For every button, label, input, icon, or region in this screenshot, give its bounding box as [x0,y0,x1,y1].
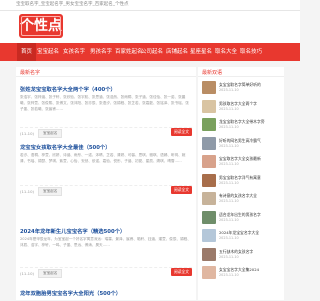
read-more-button[interactable]: 阅读全文 [170,186,192,194]
sidebar-item[interactable]: 宝宝取名字大全女孩最新 2023-11-10 [202,155,280,169]
article-item: 张姓龙宝宝取名字大全两个字（400个） 张浩宇、张梓涵、张子轩、张欣怡、张宇航、… [20,85,192,141]
sidebar-item-date: 2023-11-10 [219,273,239,277]
nav-constellation-names[interactable]: 星座星名 [190,43,212,61]
main-content: 最新名字 张姓龙宝宝取名字大全两个字（400个） 张浩宇、张梓涵、张子轩、张欣怡… [16,67,196,300]
sidebar-item-date: 2023-11-10 [219,143,239,148]
sidebar-item-thumbnail[interactable] [202,266,216,279]
article-date: (11-10) [20,271,34,276]
sidebar-item-date: 2023-11-10 [219,88,239,92]
article-tag[interactable]: 宝宝起名 [38,269,63,278]
sidebar-item-date: 2023-11-10 [219,162,239,166]
sidebar-item-date: 2023-11-10 [219,254,239,259]
article-desc: 2024年是甲辰龙年，为宝宝起一个好名字寓意深远：瑞霖、景泽、宸睿、皓轩、钰涵、… [20,237,191,247]
article-item: 龙宝宝女孩取名字大全最佳（500个） 若汐、语桐、梓萱、欣妍、诗涵、雨彤、一诺、… [20,143,192,199]
read-more-button[interactable]: 阅读全文 [170,268,192,276]
article-desc: 张浩宇、张梓涵、张子轩、张欣怡、张宇航、张思涵、张浩然、张雨桐、张子涵、张佳怡、… [20,95,189,111]
sidebar-item-thumbnail[interactable] [202,155,216,168]
nav-boy-names[interactable]: 男孩名字 [90,43,112,61]
sidebar-item-thumbnail[interactable] [202,229,216,242]
article-footer: (11-10) 宝宝起名 阅读全文 [20,127,192,138]
top-bar: 宝宝取名字_宝宝起名字_男女宝宝名字_百家起名_个性点 [0,0,300,11]
nav-naming-tips[interactable]: 取名技巧 [240,43,262,61]
sidebar-heading-bar: 最新双语 [198,67,284,77]
article-item: 2024年龙年新生儿宝宝名字（精选500个） 2024年是甲辰龙年，为宝宝起一个… [20,227,192,281]
sidebar-item-date: 2023-11-10 [219,125,239,129]
article-title[interactable]: 2024年龙年新生儿宝宝名字（精选500个） [20,227,125,235]
article-desc: 若汐、语桐、梓萱、欣妍、诗涵、雨彤、一诺、沐晴、芷若、清妍、可馨、思琪、雅琪、语… [20,153,186,163]
nav-girl-names[interactable]: 女孩名字 [63,43,85,61]
sidebar-item[interactable]: 好听的网名男生高冷霸气 2023-11-10 [202,136,280,151]
sidebar-item[interactable]: 2024年龙宝宝名字大全 2023-11-10 [202,229,280,243]
sidebar-item-thumbnail[interactable] [202,136,216,150]
sidebar-item-thumbnail[interactable] [202,118,216,131]
sidebar-item-date: 2023-11-10 [219,199,239,203]
sidebar-item-date: 2023-11-10 [219,236,239,240]
sidebar-item[interactable]: 男孩取名字大全两个字 2023-11-10 [202,99,280,114]
sidebar-item-date: 2023-11-10 [219,106,239,111]
main-heading: 最新名字 [20,70,41,76]
sidebar-item-date: 2023-11-10 [219,180,239,185]
article-date: (11-10) [20,131,34,136]
article-tag[interactable]: 宝宝起名 [38,129,63,138]
nav-names-collection[interactable]: 取名大全 [215,43,237,61]
site-description: 宝宝取名字_宝宝起名字_男女宝宝名字_百家起名_个性点 [16,2,129,7]
site-logo[interactable]: 个性点 [19,14,63,38]
nav-home[interactable]: 首页 [17,43,37,61]
nav-shop-naming[interactable]: 店铺起名 [166,43,188,61]
header: 个性点 [0,11,300,43]
main-heading-bar: 最新名字 [16,67,196,77]
sidebar-item-thumbnail[interactable] [202,192,216,205]
main-nav: 首页 宝宝起名 女孩名字 男孩名字 百家姓起名 公司起名 店铺起名 星座星名 取… [0,43,300,61]
article-title[interactable]: 张姓龙宝宝取名字大全两个字（400个） [20,85,116,93]
sidebar-item[interactable]: 女宝宝名字大全集2024 2023-11-10 [202,266,280,280]
article-date: (11-10) [20,189,34,194]
sidebar-item-date: 2023-11-10 [219,217,239,222]
nav-surname-naming[interactable]: 百家姓起名 [115,43,143,61]
sidebar-item[interactable]: 男宝宝取名字洋气有寓意 2023-11-10 [202,173,280,188]
sidebar-item[interactable]: 有诗意的女孩名字大全 2023-11-10 [202,192,280,206]
article-tag[interactable]: 宝宝起名 [38,187,63,196]
sidebar-item-thumbnail[interactable] [202,81,216,94]
article-title[interactable]: 龙年双胞胎男宝宝名字大全阳光（500个） [20,289,121,297]
article-footer: (11-10) 宝宝起名 阅读全文 [20,267,192,278]
sidebar: 最新双语 女宝宝取名字简单好听的 2023-11-10 男孩取名字大全两个字 2023… [198,67,284,300]
sidebar-item-thumbnail[interactable] [202,99,216,113]
article-footer: (11-10) 宝宝起名 阅读全文 [20,185,192,196]
nav-baby-naming[interactable]: 宝宝起名 [37,43,59,61]
read-more-button[interactable]: 阅读全文 [170,128,192,136]
article-title[interactable]: 龙宝宝女孩取名字大全最佳（500个） [20,143,111,151]
sidebar-item[interactable]: 适合龙年出生的男孩名字 2023-11-10 [202,210,280,225]
sidebar-item[interactable]: 女宝宝取名字简单好听的 2023-11-10 [202,81,280,95]
sidebar-item-thumbnail[interactable] [202,247,216,261]
nav-company-naming[interactable]: 公司起名 [141,43,163,61]
sidebar-item[interactable]: 五行缺木的女孩名字 2023-11-10 [202,247,280,262]
sidebar-heading: 最新双语 [202,70,223,76]
article-item: 龙年双胞胎男宝宝名字大全阳光（500个） [20,289,192,301]
sidebar-item-thumbnail[interactable] [202,173,216,187]
sidebar-item-thumbnail[interactable] [202,210,216,224]
sidebar-item[interactable]: 龙宝宝取名字大全带木字旁 2023-11-10 [202,118,280,132]
